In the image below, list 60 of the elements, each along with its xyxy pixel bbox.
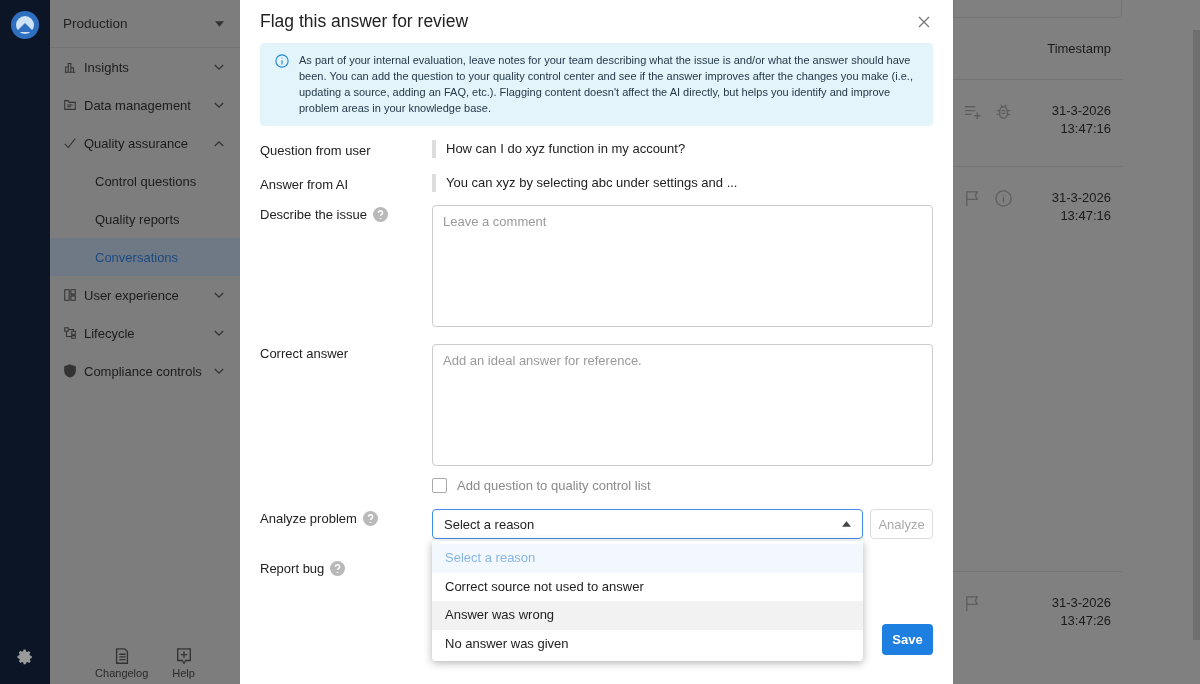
chevron-icon xyxy=(214,367,224,375)
info-icon[interactable] xyxy=(994,189,1013,208)
timestamp-time: 13:47:26 xyxy=(1060,612,1111,630)
reason-select[interactable]: Select a reason xyxy=(432,509,863,539)
save-button[interactable]: Save xyxy=(882,624,933,655)
sidebar-item[interactable]: Quality assurance xyxy=(50,124,240,162)
close-icon[interactable] xyxy=(918,15,930,28)
chevron-icon xyxy=(214,139,224,147)
caret-icon xyxy=(842,521,851,527)
column-header: Timestamp xyxy=(1047,41,1111,56)
help-icon[interactable] xyxy=(362,510,378,526)
bars-icon xyxy=(63,60,77,74)
sidebar-subitem[interactable]: Control questions xyxy=(50,162,240,200)
dropdown-option[interactable]: Correct source not used to answer xyxy=(432,572,863,601)
layout-icon xyxy=(63,288,77,302)
sidebar-subitem[interactable]: Quality reports xyxy=(50,200,240,238)
checkbox[interactable] xyxy=(432,477,447,493)
timestamp-date: 31-3-2026 xyxy=(1051,102,1111,120)
timestamp-time: 13:47:16 xyxy=(1060,120,1111,138)
comment-field[interactable]: Leave a comment xyxy=(432,205,933,327)
help-icon xyxy=(174,647,193,665)
field-value: How can I do xyz function in my account? xyxy=(432,140,933,158)
sidebar-item[interactable]: Compliance controls xyxy=(50,352,240,390)
timestamp-date: 31-3-2026 xyxy=(1051,594,1111,612)
tree-icon xyxy=(63,326,77,340)
chevron-icon xyxy=(214,101,224,109)
sidebar-item[interactable]: Insights xyxy=(50,48,240,86)
sidebar-item[interactable]: User experience xyxy=(50,276,240,314)
caret-icon xyxy=(215,20,224,27)
footer-button[interactable]: Help xyxy=(172,647,195,679)
settings-icon[interactable] xyxy=(16,648,34,666)
field-label: Report bug xyxy=(260,560,325,576)
field-label: Answer from AI xyxy=(260,176,349,192)
checkbox-label: Add question to quality control list xyxy=(457,477,651,493)
chevron-icon xyxy=(214,291,224,299)
field-label: Describe the issue xyxy=(260,206,367,222)
help-icon[interactable] xyxy=(372,206,388,222)
timestamp-date: 31-3-2026 xyxy=(1051,189,1111,207)
check-icon xyxy=(63,136,77,150)
field-value: You can xyz by selecting abc under settings and ... xyxy=(432,174,933,192)
footer-button[interactable]: Changelog xyxy=(95,647,149,679)
dialog-title: Flag this answer for review xyxy=(260,11,469,32)
field-label: Question from user xyxy=(260,142,371,158)
dropdown-option[interactable]: No answer was given xyxy=(432,629,863,658)
shield-icon xyxy=(63,364,77,378)
field-label: Correct answer xyxy=(260,345,349,361)
chevron-icon xyxy=(214,329,224,337)
logo-icon[interactable] xyxy=(10,10,40,40)
comment-field[interactable]: Add an ideal answer for reference. xyxy=(432,344,933,466)
timestamp-time: 13:47:16 xyxy=(1060,207,1111,225)
sidebar-item[interactable]: Lifecycle xyxy=(50,314,240,352)
sidebar-item[interactable]: Data management xyxy=(50,86,240,124)
info-text: As part of your internal evaluation, leave notes for your team describing what the issue is and/or what the answer should have been. You can add the question to your quality control center and see if the answer improves after the changes you make (i.e., updating a source, adding an FAQ, etc.). Flagging content doesn't affect the AI directly, but helps you identify and improve problem areas in your knowledge base. xyxy=(299,53,914,116)
folder-icon xyxy=(63,98,77,112)
info-icon xyxy=(275,54,289,68)
help-icon[interactable] xyxy=(330,560,346,576)
bug-icon[interactable] xyxy=(994,102,1013,121)
field-label: Analyze problem xyxy=(260,510,357,526)
chevron-icon xyxy=(214,63,224,71)
dropdown-option[interactable]: Answer was wrong xyxy=(432,601,863,630)
